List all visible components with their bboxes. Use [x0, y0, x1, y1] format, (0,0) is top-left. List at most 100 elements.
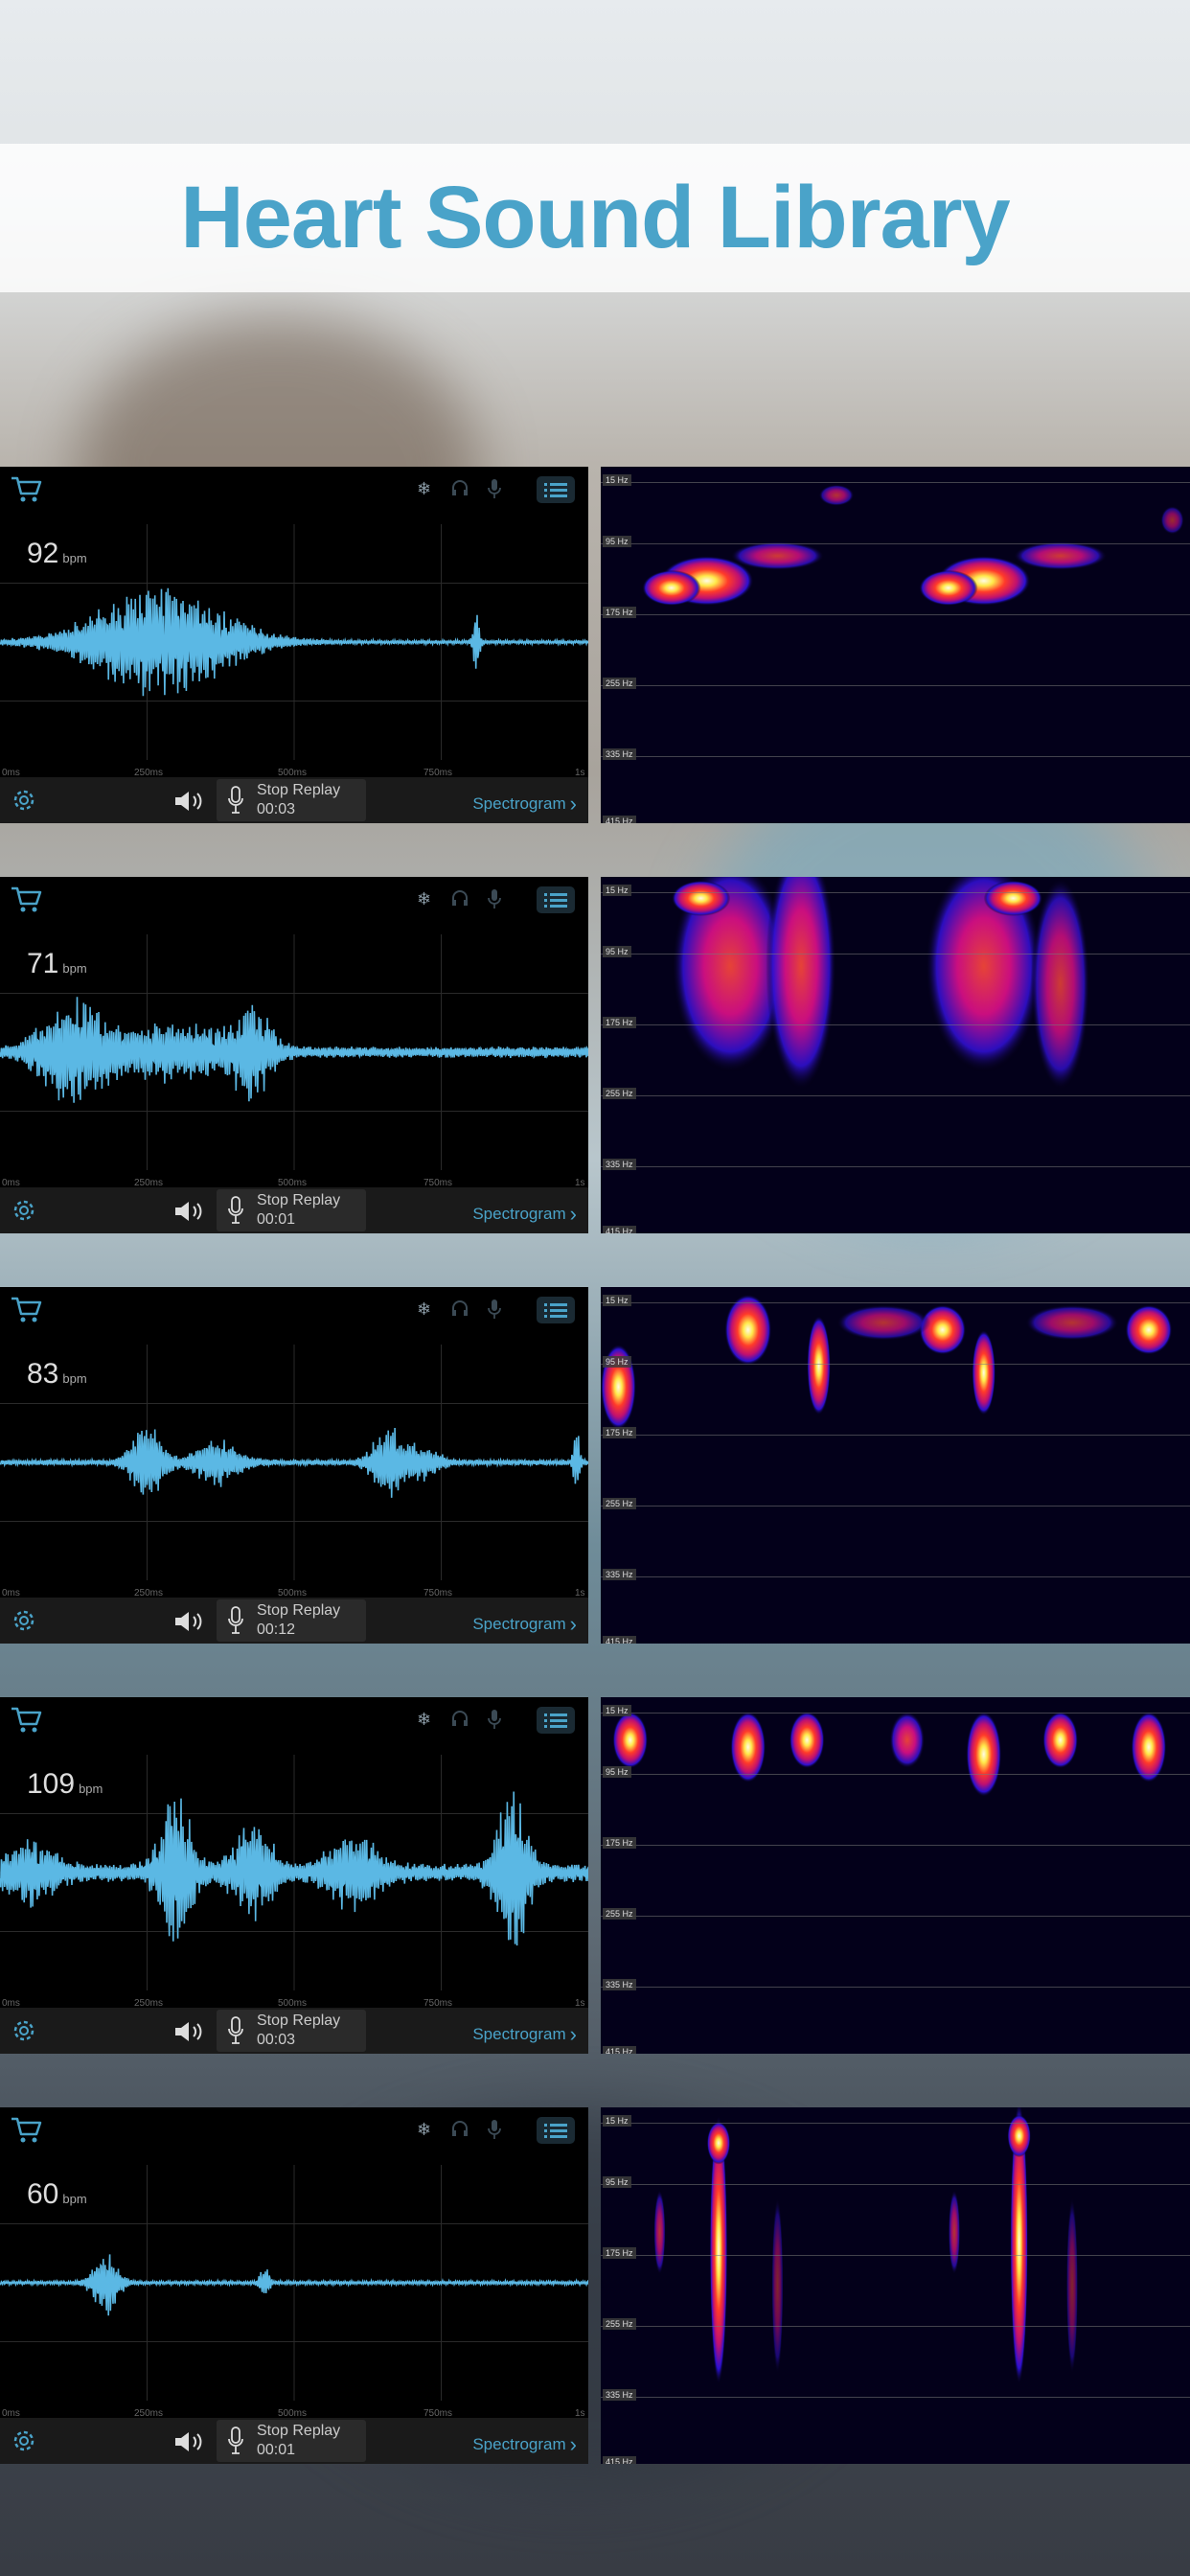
control-bar: Stop Replay 00:12 Spectrogram ›	[0, 1598, 588, 1644]
frequency-label: 335 Hz	[603, 1979, 636, 1990]
microphone-icon	[228, 786, 243, 814]
snowflake-icon[interactable]: ❄	[417, 1710, 431, 1730]
snowflake-icon[interactable]: ❄	[417, 1300, 431, 1320]
cart-icon[interactable]	[10, 1295, 42, 1323]
chevron-right-icon: ›	[569, 1612, 577, 1636]
bpm-value: 71	[27, 948, 59, 979]
bpm-value: 92	[27, 538, 59, 569]
frequency-label: 255 Hz	[603, 678, 636, 689]
waveform-graph	[0, 524, 588, 760]
spectrogram-label: Spectrogram	[472, 794, 566, 813]
list-button[interactable]	[537, 1707, 575, 1734]
control-bar: Stop Replay 00:03 Spectrogram ›	[0, 2008, 588, 2054]
gear-icon[interactable]	[10, 1196, 38, 1225]
frequency-gridline	[601, 2255, 1190, 2256]
spectrogram-link[interactable]: Spectrogram ›	[472, 1200, 577, 1226]
headphones-icon[interactable]	[450, 888, 469, 908]
headphones-icon[interactable]	[450, 2119, 469, 2138]
frequency-label: 15 Hz	[603, 1295, 631, 1306]
list-button[interactable]	[537, 2117, 575, 2144]
gear-icon[interactable]	[10, 2426, 38, 2455]
cart-icon[interactable]	[10, 474, 42, 503]
spectrogram-panel: 15 Hz 95 Hz 175 Hz 255 Hz 335 Hz 415 Hz	[601, 467, 1190, 823]
gear-icon[interactable]	[10, 1606, 38, 1635]
frequency-label: 415 Hz	[603, 1226, 636, 1233]
waveform-plot: 92 bpm	[0, 524, 588, 760]
frequency-gridline	[601, 685, 1190, 686]
frequency-label: 335 Hz	[603, 1569, 636, 1580]
replay-label: Stop Replay	[257, 2423, 341, 2439]
frequency-gridline	[601, 1095, 1190, 1096]
stop-replay-button[interactable]: Stop Replay 00:03	[217, 779, 366, 821]
waveform-graph	[0, 934, 588, 1170]
spectrogram-link[interactable]: Spectrogram ›	[472, 1610, 577, 1636]
bpm-value: 83	[27, 1358, 59, 1390]
snowflake-icon[interactable]: ❄	[417, 479, 431, 499]
frequency-gridline	[601, 1435, 1190, 1436]
snowflake-icon[interactable]: ❄	[417, 889, 431, 909]
microphone-icon[interactable]	[487, 888, 502, 909]
spectrogram-panel: 15 Hz 95 Hz 175 Hz 255 Hz 335 Hz 415 Hz	[601, 1287, 1190, 1644]
frequency-gridline	[601, 2123, 1190, 2124]
stop-replay-button[interactable]: Stop Replay 00:01	[217, 1189, 366, 1231]
frequency-gridline	[601, 482, 1190, 483]
bpm-readout: 60 bpm	[27, 2178, 87, 2211]
stop-replay-button[interactable]: Stop Replay 00:12	[217, 1599, 366, 1642]
list-button[interactable]	[537, 476, 575, 503]
headphones-icon[interactable]	[450, 1709, 469, 1728]
bpm-readout: 92 bpm	[27, 538, 87, 570]
replay-label: Stop Replay	[257, 1602, 341, 1619]
frequency-label: 255 Hz	[603, 2318, 636, 2330]
headphones-icon[interactable]	[450, 478, 469, 497]
waveform-graph	[0, 1345, 588, 1580]
waveform-plot: 60 bpm	[0, 2165, 588, 2401]
microphone-icon	[228, 2426, 243, 2454]
microphone-icon[interactable]	[487, 2119, 502, 2140]
frequency-label: 335 Hz	[603, 1159, 636, 1170]
spectrogram-link[interactable]: Spectrogram ›	[472, 790, 577, 816]
microphone-icon[interactable]	[487, 478, 502, 499]
snowflake-icon[interactable]: ❄	[417, 2120, 431, 2140]
bpm-readout: 109 bpm	[27, 1768, 103, 1801]
chevron-right-icon: ›	[569, 1202, 577, 1226]
spectrogram-link[interactable]: Spectrogram ›	[472, 2020, 577, 2046]
chevron-right-icon: ›	[569, 792, 577, 816]
frequency-label: 255 Hz	[603, 1498, 636, 1509]
bpm-unit: bpm	[62, 1371, 87, 1386]
list-button[interactable]	[537, 1297, 575, 1323]
bpm-readout: 83 bpm	[27, 1358, 87, 1391]
frequency-gridline	[601, 1774, 1190, 1775]
frequency-label: 95 Hz	[603, 946, 631, 957]
speaker-icon[interactable]	[172, 1199, 207, 1224]
frequency-label: 335 Hz	[603, 2389, 636, 2401]
speaker-icon[interactable]	[172, 789, 207, 814]
list-icon	[544, 483, 567, 497]
list-button[interactable]	[537, 886, 575, 913]
stop-replay-button[interactable]: Stop Replay 00:01	[217, 2420, 366, 2462]
gear-icon[interactable]	[10, 786, 38, 815]
waveform-panel: ❄ 109 bpm 0ms 250ms 500ms 750ms 1s Stop Repla…	[0, 1697, 588, 2054]
cart-icon[interactable]	[10, 1705, 42, 1734]
replay-label: Stop Replay	[257, 2012, 341, 2029]
replay-time: 00:01	[257, 2442, 296, 2458]
cart-icon[interactable]	[10, 885, 42, 913]
gear-icon[interactable]	[10, 2016, 38, 2045]
stop-replay-button[interactable]: Stop Replay 00:03	[217, 2010, 366, 2052]
cart-icon[interactable]	[10, 2115, 42, 2144]
frequency-label: 95 Hz	[603, 1356, 631, 1368]
frequency-label: 255 Hz	[603, 1088, 636, 1099]
recording-row: ❄ 71 bpm 0ms 250ms 500ms 750ms 1s Stop Replay…	[0, 877, 1190, 1233]
frequency-label: 15 Hz	[603, 885, 631, 896]
headphones-icon[interactable]	[450, 1299, 469, 1318]
waveform-plot: 109 bpm	[0, 1755, 588, 1990]
spectrogram-label: Spectrogram	[472, 1205, 566, 1223]
frequency-label: 255 Hz	[603, 1908, 636, 1920]
microphone-icon[interactable]	[487, 1709, 502, 1730]
speaker-icon[interactable]	[172, 1609, 207, 1634]
speaker-icon[interactable]	[172, 2429, 207, 2454]
microphone-icon[interactable]	[487, 1299, 502, 1320]
speaker-icon[interactable]	[172, 2019, 207, 2044]
spectrogram-panel: 15 Hz 95 Hz 175 Hz 255 Hz 335 Hz 415 Hz	[601, 1697, 1190, 2054]
frequency-gridline	[601, 1024, 1190, 1025]
spectrogram-link[interactable]: Spectrogram ›	[472, 2430, 577, 2456]
